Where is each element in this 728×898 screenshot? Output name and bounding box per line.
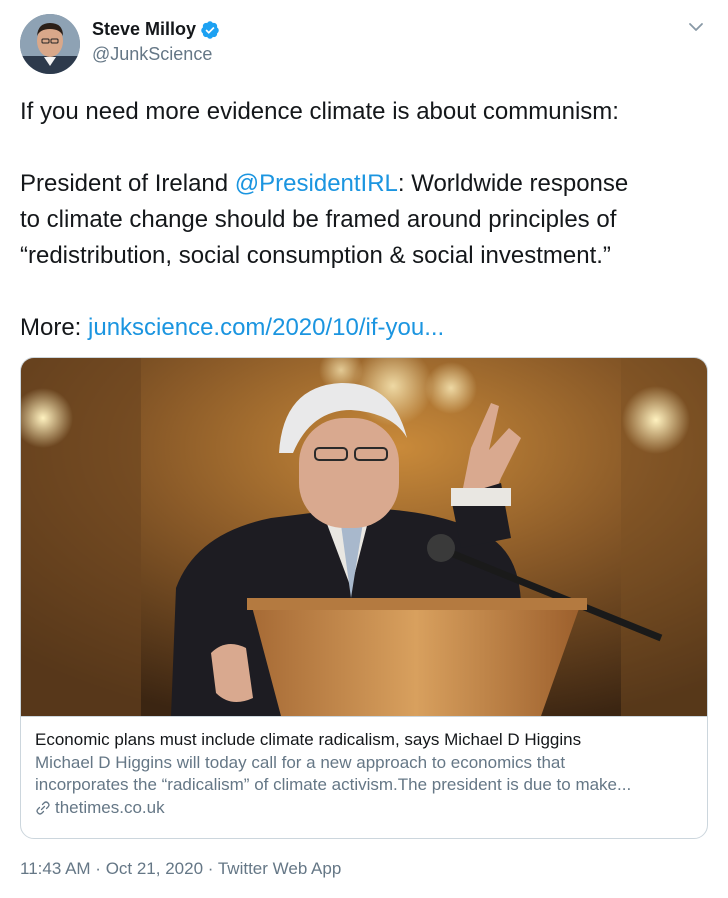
url-link[interactable]: junkscience.com/2020/10/if-you... — [88, 314, 444, 341]
tweet-time[interactable]: 11:43 AM — [20, 859, 91, 878]
card-text[interactable]: Economic plans must include climate radi… — [21, 716, 707, 838]
meta-separator: · — [203, 859, 218, 878]
more-label: More: — [20, 314, 89, 341]
card-domain-text[interactable]: thetimes.co.uk — [55, 797, 165, 819]
link-card[interactable]: Economic plans must include climate radi… — [20, 357, 708, 839]
tweet: Steve Milloy @JunkScience If you need mo… — [0, 0, 728, 898]
chevron-down-icon[interactable] — [687, 20, 705, 34]
link-icon — [36, 801, 50, 815]
tweet-source[interactable]: Twitter Web App — [218, 859, 341, 878]
tweet-text: If you need more evidence climate is abo… — [20, 94, 710, 346]
author-name[interactable]: Steve Milloy — [92, 19, 196, 40]
tweet-text-segment: : Worldwide response — [397, 170, 629, 197]
mention-link[interactable]: @PresidentIRL — [235, 170, 398, 197]
author-handle[interactable]: @JunkScience — [92, 44, 212, 65]
tweet-line: If you need more evidence climate is abo… — [20, 98, 619, 125]
tweet-line: More: junkscience.com/2020/10/if-you... — [20, 310, 710, 346]
card-image[interactable] — [21, 358, 707, 716]
tweet-line: “redistribution, social consumption & so… — [20, 242, 611, 269]
card-title[interactable]: Economic plans must include climate radi… — [35, 729, 693, 751]
verified-badge-icon — [201, 20, 219, 39]
tweet-line: President of Ireland @PresidentIRL: Worl… — [20, 166, 710, 202]
card-domain[interactable]: thetimes.co.uk — [35, 797, 693, 819]
author-name-row[interactable]: Steve Milloy — [92, 19, 220, 40]
card-description: Michael D Higgins will today call for a … — [35, 752, 693, 796]
card-description-line: Michael D Higgins will today call for a … — [35, 753, 566, 772]
tweet-meta: 11:43 AM · Oct 21, 2020 · Twitter Web Ap… — [20, 859, 341, 879]
tweet-text-segment: President of Ireland — [20, 170, 235, 197]
card-description-line: incorporates the “radicalism” of climate… — [35, 775, 632, 794]
meta-separator: · — [90, 859, 106, 878]
avatar[interactable] — [20, 14, 80, 74]
tweet-line: to climate change should be framed aroun… — [20, 206, 617, 233]
tweet-date[interactable]: Oct 21, 2020 — [106, 859, 203, 878]
